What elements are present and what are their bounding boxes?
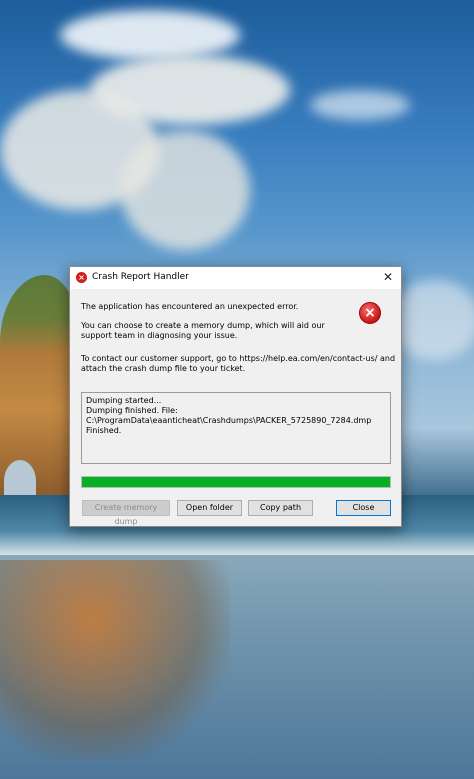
open-folder-button[interactable]: Open folder	[177, 500, 242, 516]
window-title: Crash Report Handler	[92, 272, 189, 282]
cloud	[310, 90, 410, 120]
create-memory-dump-button[interactable]: Create memory dump	[82, 500, 170, 526]
log-line: Finished.	[86, 426, 122, 435]
cloud	[390, 280, 474, 360]
log-line: Dumping finished. File:	[86, 406, 178, 415]
error-icon: ×	[76, 272, 87, 283]
title-bar[interactable]: × Crash Report Handler ✕	[70, 267, 401, 289]
close-icon[interactable]: ✕	[381, 270, 395, 284]
error-message: The application has encountered an unexp…	[81, 302, 299, 311]
memory-dump-message: You can choose to create a memory dump, …	[81, 321, 325, 340]
log-output[interactable]: Dumping started... Dumping finished. Fil…	[81, 392, 391, 464]
log-line: C:\ProgramData\eaanticheat\Crashdumps\PA…	[86, 416, 372, 425]
crash-report-dialog: × Crash Report Handler ✕ The application…	[69, 266, 402, 527]
progress-fill	[82, 477, 390, 487]
rock-reflection	[0, 560, 230, 760]
copy-path-button[interactable]: Copy path	[248, 500, 313, 516]
progress-bar	[81, 476, 391, 488]
cloud	[60, 10, 240, 60]
cloud	[120, 130, 250, 250]
error-icon: ×	[359, 302, 381, 324]
close-button[interactable]: Close	[336, 500, 391, 516]
support-message: To contact our customer support, go to h…	[81, 354, 396, 373]
log-line: Dumping started...	[86, 396, 162, 405]
